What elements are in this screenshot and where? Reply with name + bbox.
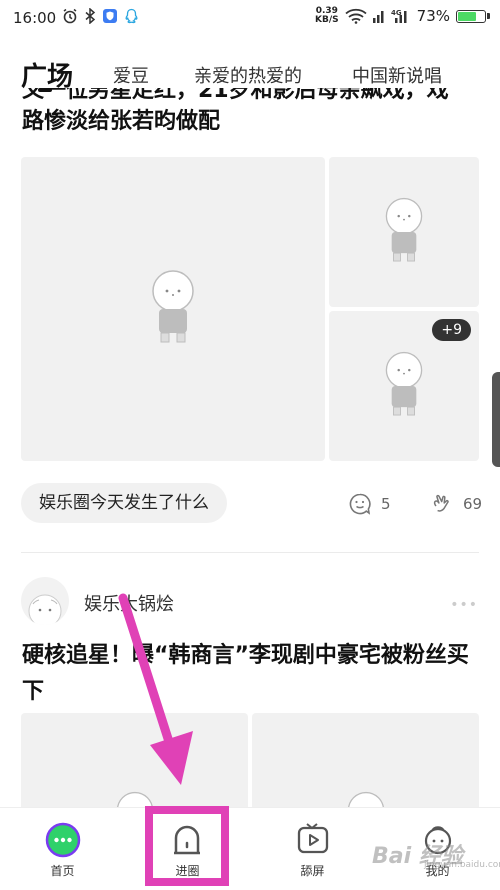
- placeholder-mascot-icon: [152, 270, 194, 343]
- circle-tag-button[interactable]: 娱乐圈今天发生了什么: [21, 483, 227, 523]
- status-bar: 16:00 0.39 KB/S 4G 73%: [0, 0, 500, 36]
- comment-count: 5: [381, 495, 391, 513]
- nav-tianping-label: 舔屏: [300, 864, 325, 878]
- finger-heart-icon: [433, 494, 449, 512]
- signal-4g-icon: 4G: [391, 9, 407, 23]
- placeholder-mascot-icon: [385, 197, 423, 262]
- post-title[interactable]: 又一位男星走红，21岁和影后母亲飙戏，戏 路惨淡给张若昀做配: [22, 88, 482, 150]
- more-images-badge: +9: [432, 319, 471, 341]
- annotation-highlight-box: [145, 806, 229, 886]
- bluetooth-icon: [85, 8, 96, 24]
- post-title[interactable]: 硬核追星！曝“韩商言”李现剧中豪宅被粉丝买下: [22, 638, 482, 710]
- nav-home-label: 首页: [50, 864, 75, 878]
- tab-shuochang[interactable]: 中国新说唱: [352, 62, 442, 88]
- post-divider: [21, 552, 479, 553]
- post-image-main[interactable]: [21, 157, 325, 461]
- nav-home[interactable]: 首页: [0, 808, 125, 890]
- nav-tianping[interactable]: 舔屏: [250, 808, 375, 890]
- battery-level: [458, 11, 477, 21]
- network-speed: 0.39 KB/S: [315, 6, 339, 25]
- comment-face-icon: [349, 493, 371, 515]
- qq-icon: [125, 8, 138, 24]
- status-right-icons: 0.39 KB/S 4G 73%: [315, 7, 490, 25]
- author-name[interactable]: 娱乐大锅烩: [84, 590, 174, 616]
- battery-icon: [456, 9, 490, 23]
- tab-aidou[interactable]: 爱豆: [113, 62, 149, 88]
- placeholder-mascot-icon: [385, 351, 423, 416]
- video-play-icon: [297, 823, 328, 854]
- author-avatar[interactable]: [21, 577, 69, 625]
- wifi-icon: [345, 8, 367, 24]
- like-stat[interactable]: 69: [430, 492, 482, 516]
- tab-qinai[interactable]: 亲爱的热爱的: [194, 62, 302, 88]
- shield-icon: [103, 9, 117, 23]
- battery-percent: 73%: [416, 7, 450, 25]
- post-image-3[interactable]: +9: [329, 311, 479, 461]
- avatar-mascot-icon: [28, 594, 62, 625]
- comment-stat[interactable]: 5: [348, 492, 391, 516]
- status-time: 16:00: [13, 9, 57, 27]
- alarm-icon: [63, 8, 77, 24]
- more-options-icon[interactable]: •••: [450, 597, 478, 613]
- watermark-url: jingyan.baidu.com: [424, 860, 500, 870]
- post-image-2[interactable]: [329, 157, 479, 307]
- signal-icon: [372, 11, 384, 23]
- like-count: 69: [463, 495, 483, 513]
- status-left-icons: [62, 8, 139, 24]
- side-edge-handle[interactable]: [492, 372, 500, 467]
- home-chat-icon: [45, 822, 80, 858]
